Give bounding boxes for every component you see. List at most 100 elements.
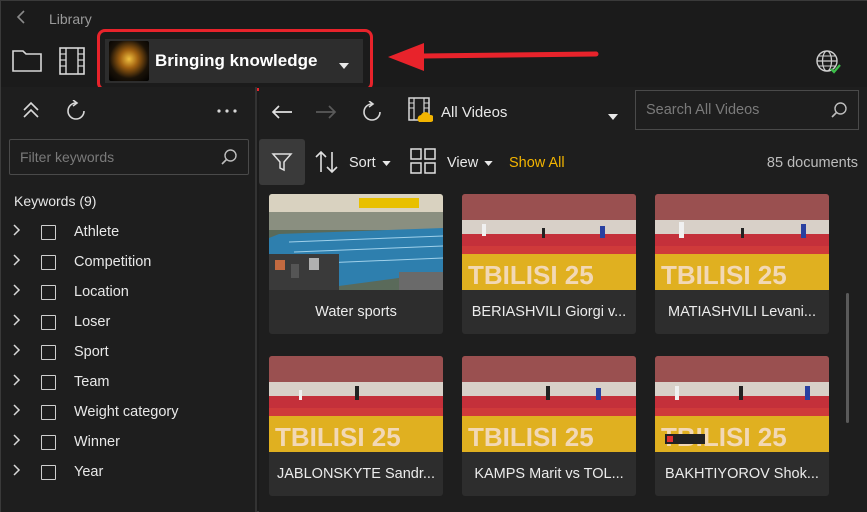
search-field[interactable] xyxy=(635,90,859,130)
chevron-right-icon[interactable] xyxy=(13,223,27,241)
keyword-checkbox[interactable] xyxy=(41,224,56,240)
keywords-list: Athlete Competition Location Loser Sport xyxy=(1,217,257,487)
keyword-label: Winner xyxy=(74,434,120,450)
svg-text:TBILISI 25: TBILISI 25 xyxy=(468,422,594,452)
document-title: Water sports xyxy=(315,304,397,320)
documents-area: All Videos Search All Videos Sort View S… xyxy=(259,87,867,512)
keyword-checkbox[interactable] xyxy=(41,254,56,270)
document-title: KAMPS Marit vs TOL... xyxy=(474,466,624,482)
keywords-panel: Keywords (9) Athlete Competition Locatio… xyxy=(1,87,257,512)
video-thumbnail: TBILISI 25 xyxy=(462,356,636,452)
collection-label: All Videos xyxy=(441,104,508,121)
keyword-label: Location xyxy=(74,284,129,300)
keyword-label: Year xyxy=(74,464,104,480)
chevron-right-icon[interactable] xyxy=(13,373,27,391)
show-all-link[interactable]: Show All xyxy=(509,155,565,171)
keyword-item-athlete[interactable]: Athlete xyxy=(1,217,257,247)
keyword-checkbox[interactable] xyxy=(41,404,56,420)
toolbar: Sort View Show All 85 documents xyxy=(259,137,867,187)
svg-text:TBILISI 25: TBILISI 25 xyxy=(468,260,594,290)
documents-grid: Water sports TBILISI 25 BERIASHVILI Gior… xyxy=(259,187,867,512)
keyword-checkbox[interactable] xyxy=(41,344,56,360)
document-title: BERIASHVILI Giorgi v... xyxy=(471,304,627,320)
document-title: MATIASHVILI Levani... xyxy=(667,304,816,320)
document-card[interactable]: Water sports xyxy=(269,194,443,334)
refresh-icon[interactable] xyxy=(64,99,88,123)
video-thumbnail xyxy=(269,194,443,290)
sort-button[interactable]: Sort xyxy=(349,155,376,171)
keywords-toolbar xyxy=(1,87,257,135)
chevron-right-icon[interactable] xyxy=(13,463,27,481)
search-icon[interactable] xyxy=(220,148,238,171)
keyword-item-sport[interactable]: Sport xyxy=(1,337,257,367)
highlight-annotation xyxy=(97,29,373,91)
app-window: Library Bringing knowledge Filter keywor… xyxy=(0,0,867,512)
document-card[interactable]: TBILISI 25 KAMPS Marit vs TOL... xyxy=(462,356,636,496)
keyword-item-team[interactable]: Team xyxy=(1,367,257,397)
document-card[interactable]: TBILISI 25 BERIASHVILI Giorgi v... xyxy=(462,194,636,334)
search-input[interactable] xyxy=(636,91,816,129)
sort-icon[interactable] xyxy=(313,149,341,175)
chevron-right-icon[interactable] xyxy=(13,433,27,451)
video-thumbnail: TBILISI 25 xyxy=(655,356,829,452)
video-thumbnail: TBILISI 25 xyxy=(462,194,636,290)
keyword-item-competition[interactable]: Competition xyxy=(1,247,257,277)
arrow-annotation-icon xyxy=(388,43,599,71)
keyword-checkbox[interactable] xyxy=(41,374,56,390)
keyword-checkbox[interactable] xyxy=(41,464,56,480)
keyword-label: Loser xyxy=(74,314,111,330)
keyword-checkbox[interactable] xyxy=(41,434,56,450)
keyword-item-winner[interactable]: Winner xyxy=(1,427,257,457)
keyword-checkbox[interactable] xyxy=(41,314,56,330)
filter-keywords-input[interactable] xyxy=(10,140,210,174)
document-title: BAKHTIYOROV Shok... xyxy=(665,466,819,482)
document-card[interactable]: TBILISI 25 JABLONSKYTE Sandr... xyxy=(269,356,443,496)
caret-down-icon[interactable] xyxy=(608,107,618,125)
search-icon[interactable] xyxy=(830,101,848,124)
filter-keywords-field[interactable] xyxy=(9,139,249,175)
chevron-right-icon[interactable] xyxy=(13,283,27,301)
keyword-item-loser[interactable]: Loser xyxy=(1,307,257,337)
grid-scrollbar[interactable] xyxy=(846,293,849,423)
document-title: JABLONSKYTE Sandr... xyxy=(277,466,435,482)
navigation-row: All Videos xyxy=(259,87,867,137)
collapse-all-icon[interactable] xyxy=(19,99,43,123)
filter-icon xyxy=(271,153,293,172)
keyword-label: Sport xyxy=(74,344,109,360)
chevron-right-icon[interactable] xyxy=(13,343,27,361)
globe-icon[interactable] xyxy=(813,47,843,77)
caret-down-icon[interactable] xyxy=(381,159,391,167)
film-icon[interactable] xyxy=(56,45,88,77)
keywords-title: Keywords (9) xyxy=(14,193,97,209)
keyword-label: Team xyxy=(74,374,110,390)
back-chevron-icon[interactable] xyxy=(15,9,31,29)
keyword-item-location[interactable]: Location xyxy=(1,277,257,307)
keyword-label: Weight category xyxy=(74,404,179,420)
view-button[interactable]: View xyxy=(447,155,478,171)
arrow-forward-icon xyxy=(313,99,339,125)
more-options-icon[interactable] xyxy=(215,99,239,123)
arrow-back-icon[interactable] xyxy=(269,99,295,125)
chevron-right-icon[interactable] xyxy=(13,313,27,331)
filter-button[interactable] xyxy=(259,139,305,185)
keyword-checkbox[interactable] xyxy=(41,284,56,300)
chevron-right-icon[interactable] xyxy=(13,253,27,271)
grid-view-icon[interactable] xyxy=(409,147,437,175)
document-card[interactable]: TBILISI 25 MATIASHVILI Levani... xyxy=(655,194,829,334)
video-thumbnail: TBILISI 25 xyxy=(655,194,829,290)
video-thumbnail: TBILISI 25 xyxy=(269,356,443,452)
caret-down-icon[interactable] xyxy=(483,159,493,167)
window-title: Library xyxy=(49,11,92,27)
keyword-item-weight-category[interactable]: Weight category xyxy=(1,397,257,427)
refresh-icon[interactable] xyxy=(359,99,385,125)
folder-icon[interactable] xyxy=(10,45,44,75)
document-card[interactable]: TBILISI 25 BAKHTIYOROV Shok... xyxy=(655,356,829,496)
chevron-right-icon[interactable] xyxy=(13,403,27,421)
svg-text:TBILISI 25: TBILISI 25 xyxy=(661,260,787,290)
keyword-label: Competition xyxy=(74,254,152,270)
collection-selector[interactable]: All Videos xyxy=(407,97,507,128)
svg-text:TBILISI 25: TBILISI 25 xyxy=(275,422,401,452)
keyword-label: Athlete xyxy=(74,224,120,240)
keyword-item-year[interactable]: Year xyxy=(1,457,257,487)
document-count: 85 documents xyxy=(766,155,858,171)
